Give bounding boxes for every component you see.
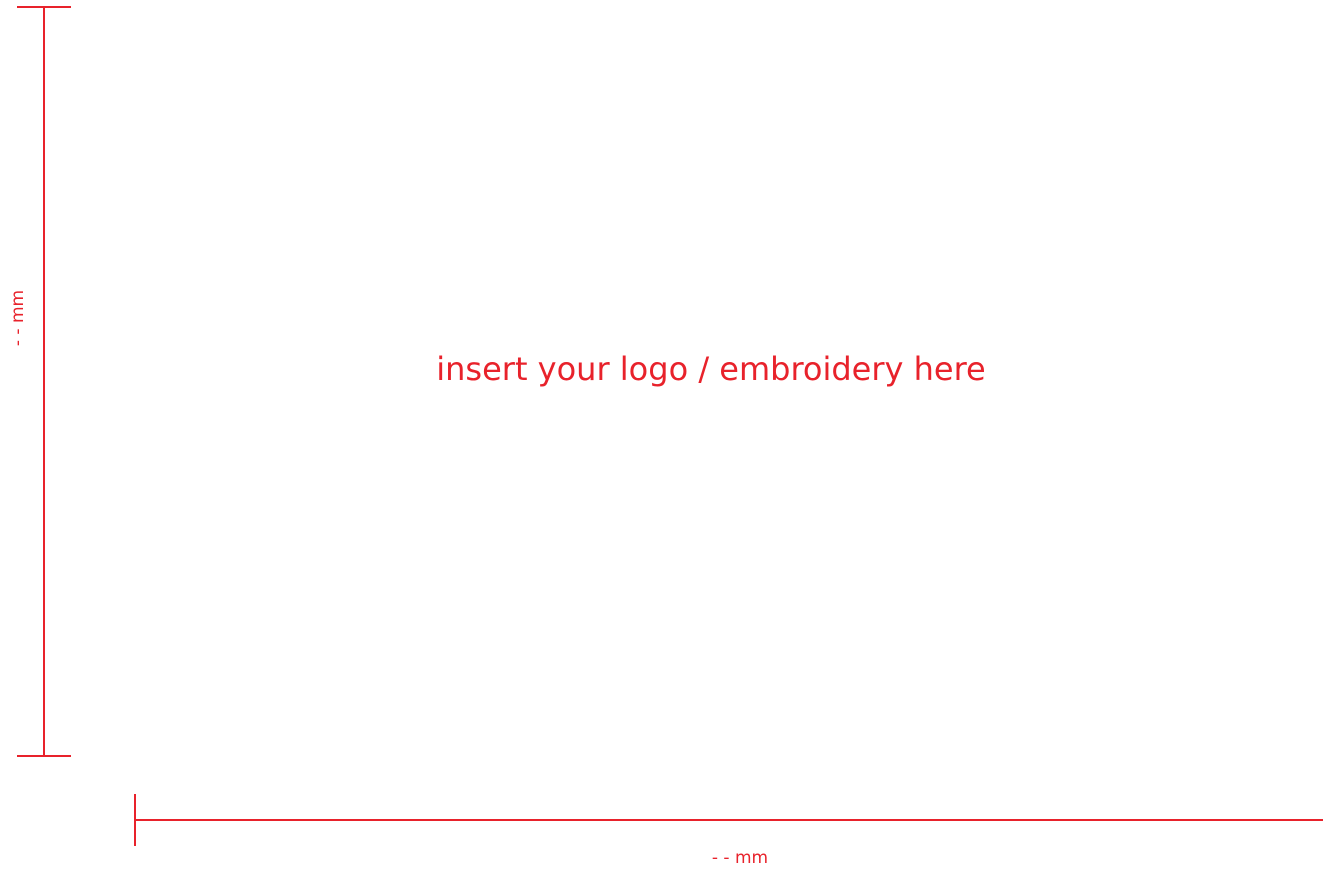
height-dimension-bottom-cap	[17, 755, 71, 757]
width-dimension-left-cap	[134, 794, 136, 846]
logo-placeholder-text: insert your logo / embroidery here	[436, 350, 986, 388]
width-dimension-label: - - mm	[711, 848, 769, 868]
dimension-canvas: - - mm insert your logo / embroidery her…	[0, 0, 1323, 869]
height-dimension-label: - - mm	[8, 289, 28, 347]
width-dimension-line	[136, 819, 1323, 821]
height-dimension-top-cap	[17, 6, 71, 8]
height-dimension-line	[43, 6, 45, 757]
